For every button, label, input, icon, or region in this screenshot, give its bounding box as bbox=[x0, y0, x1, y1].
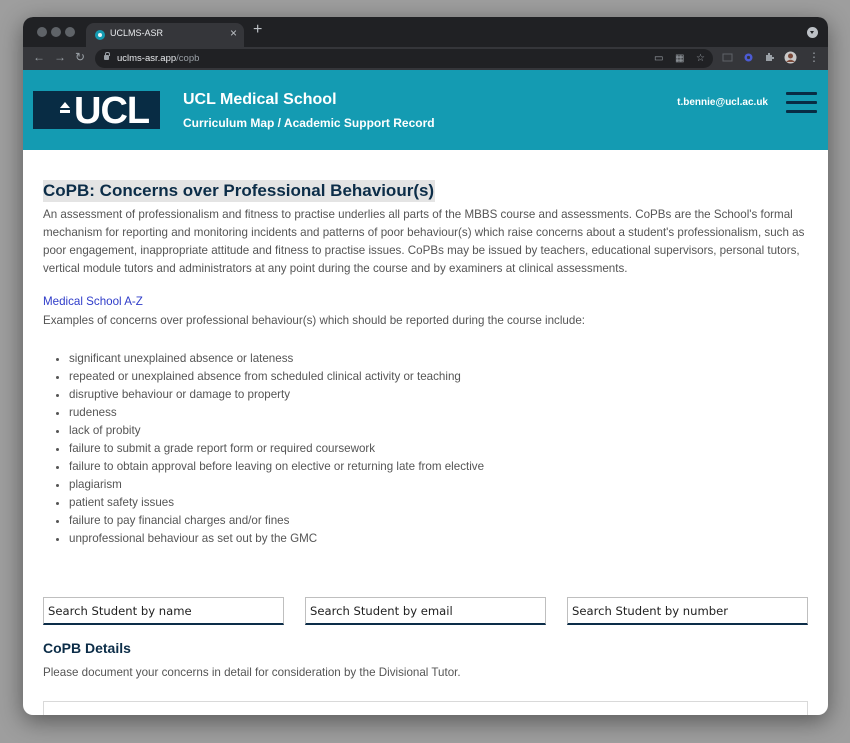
ucl-logo[interactable]: UCL bbox=[33, 90, 160, 132]
address-bar[interactable]: uclms-asr.app/copb ▭ ▦ ☆ bbox=[95, 49, 713, 68]
logo-text: UCL bbox=[74, 90, 150, 132]
list-item: failure to submit a grade report form or… bbox=[69, 440, 484, 458]
lock-icon bbox=[104, 52, 110, 60]
forward-arrow-icon[interactable]: → bbox=[54, 50, 66, 64]
page-title: CoPB: Concerns over Professional Behavio… bbox=[43, 180, 436, 202]
copb-details-heading: CoPB Details bbox=[43, 640, 131, 656]
list-item: failure to pay financial charges and/or … bbox=[69, 512, 484, 530]
browser-window: UCLMS-ASR × + ← → ↻ uclms-asr.app/copb ▭… bbox=[23, 17, 828, 715]
logo-portico-icon bbox=[60, 102, 70, 108]
qr-code-icon[interactable]: ▦ bbox=[675, 53, 684, 64]
window-close-icon[interactable] bbox=[37, 27, 47, 37]
site-header: UCL UCL Medical School Curriculum Map / … bbox=[23, 70, 828, 150]
list-item: disruptive behaviour or damage to proper… bbox=[69, 386, 484, 404]
list-item: repeated or unexplained absence from sch… bbox=[69, 368, 484, 386]
bookmark-star-icon[interactable]: ☆ bbox=[696, 53, 705, 64]
window-minimize-icon[interactable] bbox=[51, 27, 61, 37]
concerns-list: significant unexplained absence or laten… bbox=[49, 350, 484, 548]
tab-close-icon[interactable]: × bbox=[230, 26, 237, 40]
site-title: UCL Medical School bbox=[183, 91, 337, 108]
url-text: uclms-asr.app/copb bbox=[117, 53, 200, 64]
list-item: lack of probity bbox=[69, 422, 484, 440]
user-email[interactable]: t.bennie@ucl.ac.uk bbox=[677, 97, 768, 108]
list-item: failure to obtain approval before leavin… bbox=[69, 458, 484, 476]
copb-details-textarea[interactable] bbox=[43, 701, 808, 715]
student-search-row bbox=[43, 597, 808, 627]
medical-school-az-link[interactable]: Medical School A-Z bbox=[43, 295, 143, 308]
browser-menu-icon[interactable]: ⋮ bbox=[808, 50, 820, 64]
examples-intro: Examples of concerns over professional b… bbox=[43, 314, 585, 327]
extension-gear-icon[interactable] bbox=[743, 52, 754, 63]
list-item: plagiarism bbox=[69, 476, 484, 494]
list-item: significant unexplained absence or laten… bbox=[69, 350, 484, 368]
tab-search-icon[interactable] bbox=[807, 27, 818, 38]
new-tab-icon[interactable]: + bbox=[253, 22, 262, 38]
reload-icon[interactable]: ↻ bbox=[75, 50, 85, 64]
profile-avatar-icon[interactable] bbox=[784, 51, 797, 64]
cast-icon[interactable]: ▭ bbox=[654, 53, 663, 64]
back-arrow-icon[interactable]: ← bbox=[33, 50, 45, 64]
browser-tab[interactable]: UCLMS-ASR × bbox=[86, 23, 244, 47]
site-subtitle: Curriculum Map / Academic Support Record bbox=[183, 116, 435, 130]
search-by-number-input[interactable] bbox=[567, 597, 808, 625]
search-by-email-input[interactable] bbox=[305, 597, 546, 625]
list-item: rudeness bbox=[69, 404, 484, 422]
list-item: patient safety issues bbox=[69, 494, 484, 512]
extension-screen-icon[interactable] bbox=[722, 52, 733, 63]
tab-strip: UCLMS-ASR × + bbox=[23, 17, 828, 47]
intro-paragraph: An assessment of professionalism and fit… bbox=[43, 208, 805, 275]
list-item: unprofessional behaviour as set out by t… bbox=[69, 530, 484, 548]
extensions-puzzle-icon[interactable] bbox=[764, 52, 775, 63]
window-zoom-icon[interactable] bbox=[65, 27, 75, 37]
tab-title: UCLMS-ASR bbox=[110, 28, 164, 38]
search-by-name-input[interactable] bbox=[43, 597, 284, 625]
tab-favicon-icon bbox=[95, 30, 105, 40]
browser-toolbar: ← → ↻ uclms-asr.app/copb ▭ ▦ ☆ ⋮ bbox=[23, 47, 828, 70]
copb-details-description: Please document your concerns in detail … bbox=[43, 666, 461, 679]
hamburger-menu-icon[interactable] bbox=[786, 92, 817, 113]
